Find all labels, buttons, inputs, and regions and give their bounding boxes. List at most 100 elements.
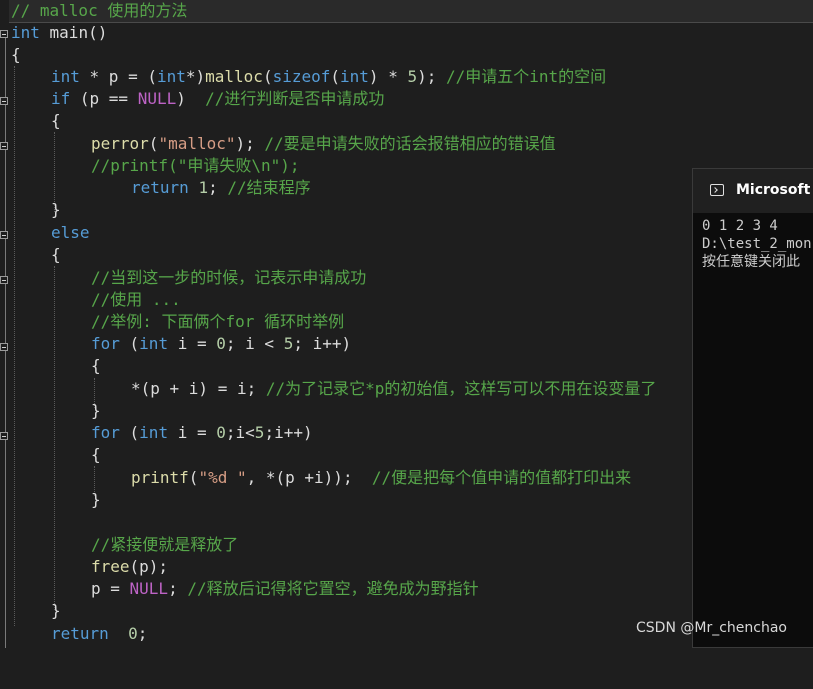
text-token: ) — [176, 89, 206, 108]
console-titlebar[interactable]: Microsoft Vi — [693, 169, 813, 213]
code-line-header[interactable]: // malloc 使用的方法 — [0, 0, 813, 22]
text-token: ( — [148, 134, 159, 153]
text-token: *(p + i) = i; — [131, 379, 266, 398]
console-title: Microsoft Vi — [736, 182, 813, 198]
keyword-token: int — [51, 67, 80, 86]
text-token: } — [91, 490, 101, 509]
text-token: *) — [185, 67, 206, 86]
code-text: int main() — [11, 22, 107, 44]
text-token: i = — [168, 423, 217, 442]
keyword-token: return — [131, 178, 189, 197]
function-token: printf — [131, 468, 189, 487]
macro-token: NULL — [129, 579, 169, 598]
text-token: ) * — [368, 67, 408, 86]
comment-token: //当到这一步的时候，记表示申请成功 — [91, 268, 367, 287]
keyword-token: for — [91, 423, 120, 442]
text-token: { — [11, 45, 21, 64]
text-token: ; — [168, 579, 188, 598]
string-token: "malloc" — [158, 134, 236, 153]
terminal-icon — [710, 184, 724, 196]
text-token: ; i++) — [293, 334, 352, 353]
keyword-token: sizeof — [272, 67, 331, 86]
text-token: ( — [119, 423, 140, 442]
text-token: ; i < — [225, 334, 284, 353]
number-token: 5 — [283, 334, 294, 353]
code-text: free(p); — [91, 556, 168, 578]
comment-token: //释放后记得将它置空，避免成为野指针 — [187, 579, 479, 598]
comment-token: //举例: 下面俩个for 循环时举例 — [91, 312, 345, 331]
text-token: { — [51, 245, 61, 264]
text-token: ; — [137, 624, 148, 643]
number-token: 5 — [407, 67, 418, 86]
function-token: free — [91, 557, 130, 576]
text-token: i = — [168, 334, 217, 353]
text-token: (p); — [129, 557, 169, 576]
console-output-line: 0 1 2 3 4 — [702, 218, 778, 234]
comment-token: //printf("申请失败\n"); — [91, 156, 300, 175]
keyword-token: else — [51, 223, 90, 242]
text-token: ( — [262, 67, 273, 86]
code-text: return 1; //结束程序 — [131, 177, 311, 199]
number-token: 0 — [128, 624, 138, 643]
code-text: return 0; — [51, 623, 147, 645]
function-token: malloc — [205, 67, 263, 86]
text-token: { — [51, 111, 61, 130]
code-line[interactable]: { — [0, 110, 813, 132]
code-text: perror("malloc"); //要是申请失败的话会报错相应的错误值 — [91, 133, 556, 155]
text-token: ; — [208, 178, 228, 197]
text-token: } — [51, 601, 61, 620]
keyword-token: if — [51, 89, 71, 108]
code-text: printf("%d ", *(p +i)); //便是把每个值申请的值都打印出… — [131, 467, 631, 489]
keyword-token: for — [91, 334, 120, 353]
comment-token: //紧接便就是释放了 — [91, 535, 239, 554]
number-token: 0 — [216, 334, 226, 353]
macro-token: NULL — [137, 89, 177, 108]
comment-token: //进行判断是否申请成功 — [205, 89, 385, 108]
text-token: { — [91, 356, 101, 375]
header-comment: // malloc 使用的方法 — [11, 1, 188, 20]
code-line[interactable]: int main() — [0, 22, 813, 44]
comment-token: //要是申请失败的话会报错相应的错误值 — [264, 134, 556, 153]
comment-token: //结束程序 — [227, 178, 311, 197]
keyword-token: int — [11, 23, 40, 42]
code-line[interactable]: if (p == NULL) //进行判断是否申请成功 — [0, 88, 813, 110]
debug-console-window[interactable]: Microsoft Vi 0 1 2 3 4 D:\test_2_mon 按任意… — [692, 168, 813, 648]
text-token: ( — [188, 468, 199, 487]
keyword-token: int — [340, 67, 369, 86]
code-line[interactable]: perror("malloc"); //要是申请失败的话会报错相应的错误值 — [0, 133, 813, 155]
comment-token: //为了记录它*p的初始值，这样写可以不用在设变量了 — [265, 379, 657, 398]
text-token: ( — [119, 334, 140, 353]
text-token: (p == — [70, 89, 138, 108]
text-token: ;i< — [225, 423, 255, 442]
comment-token: //使用 ... — [91, 290, 181, 309]
csdn-watermark: CSDN @Mr_chenchao — [636, 620, 787, 636]
text-token: } — [91, 401, 101, 420]
text-token: p = — [91, 579, 130, 598]
code-text: p = NULL; //释放后记得将它置空，避免成为野指针 — [91, 578, 479, 600]
comment-token: //便是把每个值申请的值都打印出来 — [371, 468, 632, 487]
number-token: 1 — [198, 178, 209, 197]
text-token: { — [91, 445, 101, 464]
number-token: 0 — [216, 423, 226, 442]
text-token: main() — [39, 23, 108, 42]
keyword-token: int — [156, 67, 186, 86]
text-token: } — [51, 200, 61, 219]
console-output-line: D:\test_2_mon — [702, 236, 812, 252]
code-text: *(p + i) = i; //为了记录它*p的初始值，这样写可以不用在设变量了 — [131, 378, 656, 400]
keyword-token: return — [51, 624, 109, 643]
text-token: ); — [417, 67, 446, 86]
text-token: , *(p +i)); — [246, 468, 372, 487]
text-token: * p = ( — [79, 67, 157, 86]
code-line[interactable]: { — [0, 44, 813, 66]
code-text: if (p == NULL) //进行判断是否申请成功 — [51, 88, 384, 110]
comment-token: //申请五个int的空间 — [446, 67, 607, 86]
function-token: perror — [91, 134, 149, 153]
text-token: ( — [330, 67, 341, 86]
code-line[interactable]: int * p = (int*)malloc(sizeof(int) * 5);… — [0, 66, 813, 88]
number-token: 5 — [254, 423, 265, 442]
code-text: int * p = (int*)malloc(sizeof(int) * 5);… — [51, 66, 606, 88]
string-token: "%d " — [198, 468, 247, 487]
console-output-line: 按任意键关闭此 — [702, 254, 800, 270]
